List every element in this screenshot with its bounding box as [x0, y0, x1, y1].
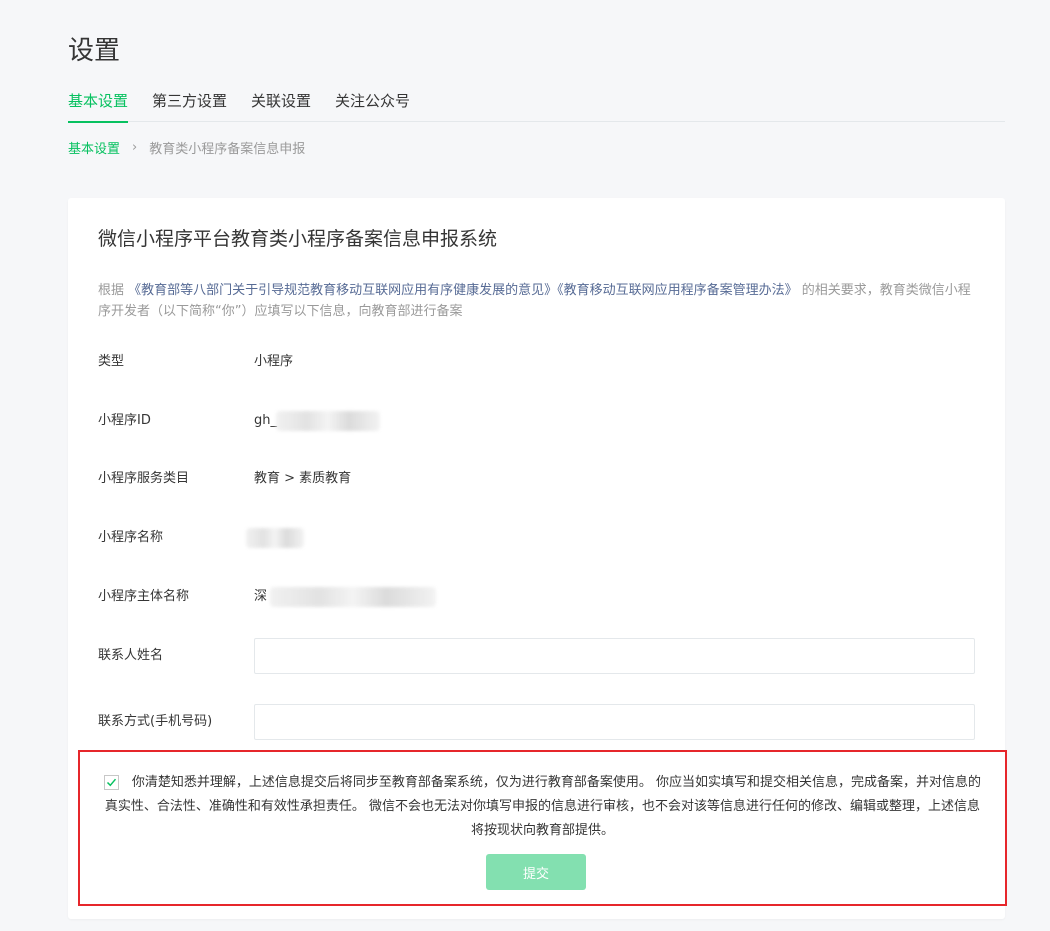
type-value: 小程序	[254, 354, 294, 369]
redacted-name	[246, 528, 304, 548]
tab-follow-official-account[interactable]: 关注公众号	[335, 88, 410, 122]
agreement-box: 你清楚知悉并理解，上述信息提交后将同步至教育部备案系统，仅为进行教育部备案使用。…	[78, 750, 1007, 906]
row-appid: 小程序ID gh_	[98, 401, 978, 441]
tab-association-settings[interactable]: 关联设置	[251, 88, 311, 122]
intro-prefix: 根据	[98, 283, 129, 298]
name-label: 小程序名称	[98, 530, 164, 545]
doc-link-regulation[interactable]: 《教育移动互联网应用程序备案管理办法》	[557, 283, 798, 298]
entity-label: 小程序主体名称	[98, 589, 190, 604]
doc-link-opinions[interactable]: 《教育部等八部门关于引导规范教育移动互联网应用有序健康发展的意见》	[128, 283, 557, 298]
redacted-entity	[270, 587, 436, 607]
contact-phone-label: 联系方式(手机号码)	[98, 714, 213, 729]
settings-tabs: 基本设置 第三方设置 关联设置 关注公众号	[68, 88, 1005, 123]
row-category: 小程序服务类目 教育 > 素质教育	[98, 459, 978, 499]
agreement-text: 你清楚知悉并理解，上述信息提交后将同步至教育部备案系统，仅为进行教育部备案使用。…	[104, 775, 982, 838]
agreement-checkbox[interactable]	[104, 775, 119, 790]
checkmark-icon	[106, 778, 117, 787]
row-contact-phone: 联系方式(手机号码)	[98, 702, 978, 742]
breadcrumb-parent-link[interactable]: 基本设置	[68, 138, 120, 157]
category-label: 小程序服务类目	[98, 471, 190, 486]
contact-name-input[interactable]	[254, 638, 975, 674]
type-label: 类型	[98, 354, 125, 369]
breadcrumb: 基本设置 › 教育类小程序备案信息申报	[68, 138, 305, 157]
category-value: 教育 > 素质教育	[254, 471, 352, 486]
row-type: 类型 小程序	[98, 342, 978, 382]
contact-name-label: 联系人姓名	[98, 648, 164, 663]
row-contact-name: 联系人姓名	[98, 636, 978, 676]
page-title: 设置	[68, 36, 121, 66]
tab-basic-settings[interactable]: 基本设置	[68, 88, 129, 123]
row-entity: 小程序主体名称 深	[98, 577, 978, 617]
intro-text: 根据 《教育部等八部门关于引导规范教育移动互联网应用有序健康发展的意见》《教育移…	[98, 280, 978, 322]
entity-value: 深	[254, 589, 268, 604]
tab-third-party-settings[interactable]: 第三方设置	[152, 88, 227, 122]
redacted-appid	[276, 411, 380, 431]
card-title: 微信小程序平台教育类小程序备案信息申报系统	[98, 228, 498, 250]
breadcrumb-current: 教育类小程序备案信息申报	[149, 142, 306, 157]
submit-button[interactable]: 提交	[486, 854, 586, 890]
chevron-right-icon: ›	[132, 140, 138, 155]
row-name: 小程序名称	[98, 518, 978, 558]
appid-label: 小程序ID	[98, 413, 151, 428]
contact-phone-input[interactable]	[254, 704, 975, 740]
appid-value: gh_	[254, 413, 277, 428]
